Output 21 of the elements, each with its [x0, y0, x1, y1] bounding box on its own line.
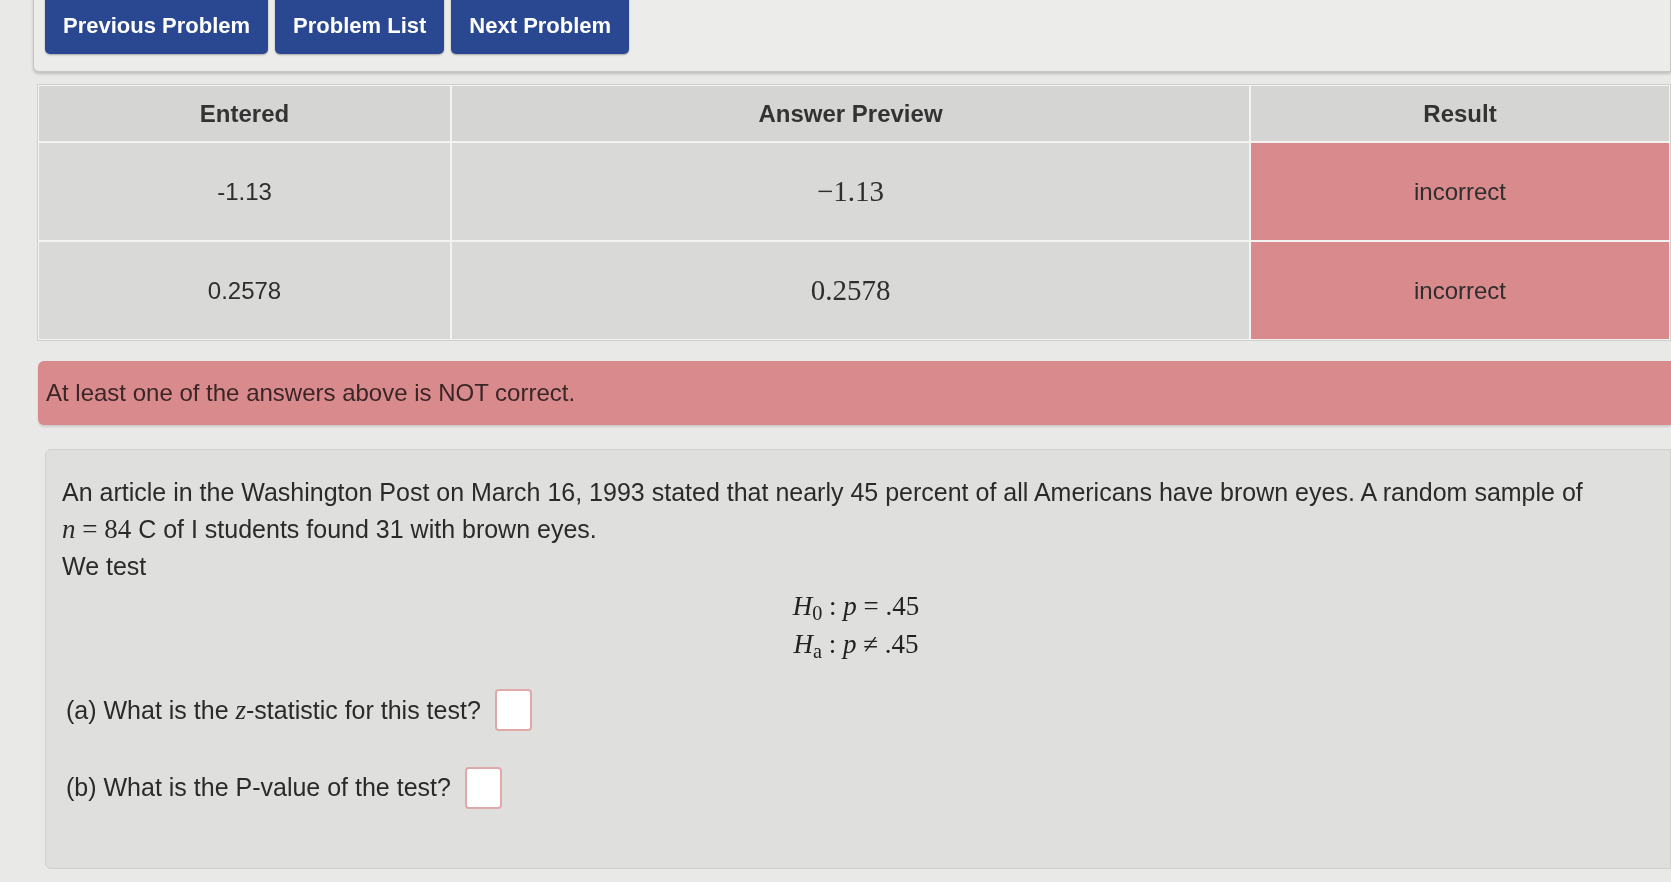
column-header: Answer Preview — [452, 86, 1249, 141]
question-text: (b) What is the P-value of the test? — [66, 772, 451, 804]
answer-field[interactable] — [494, 689, 532, 731]
column-header: Result — [1251, 86, 1669, 141]
problem-text: We test — [62, 551, 147, 582]
question-text: (a) What is the z-statistic for this test? — [66, 693, 481, 727]
answer-field[interactable] — [464, 767, 502, 809]
problem-text: An article in the Washington Post on March 16, 1993 stated that nearly 45 percent of all Americans have brown eyes. A random sample of n = 84 C of I students found 31 with brown eyes. — [62, 477, 1584, 546]
math-equation: H$_{0}$ : p = .45 — [792, 590, 920, 625]
nav-button[interactable]: Next Problem — [451, 0, 630, 54]
column-header: Entered — [39, 86, 450, 141]
table-cell: 0.2578 — [39, 242, 450, 339]
math-equation: H$_{a}$ : p ≠ .45 — [793, 628, 919, 663]
answer-preview-cell: 0.2578 — [452, 242, 1249, 339]
nav-button[interactable]: Previous Problem — [45, 0, 269, 54]
result-cell: incorrect — [1251, 143, 1669, 240]
alert-message: At least one of the answers above is NOT correct. — [38, 361, 1671, 425]
table-cell: -1.13 — [39, 143, 450, 240]
result-cell: incorrect — [1251, 242, 1669, 339]
answer-preview-cell: −1.13 — [452, 143, 1249, 240]
nav-button[interactable]: Problem List — [275, 0, 445, 54]
